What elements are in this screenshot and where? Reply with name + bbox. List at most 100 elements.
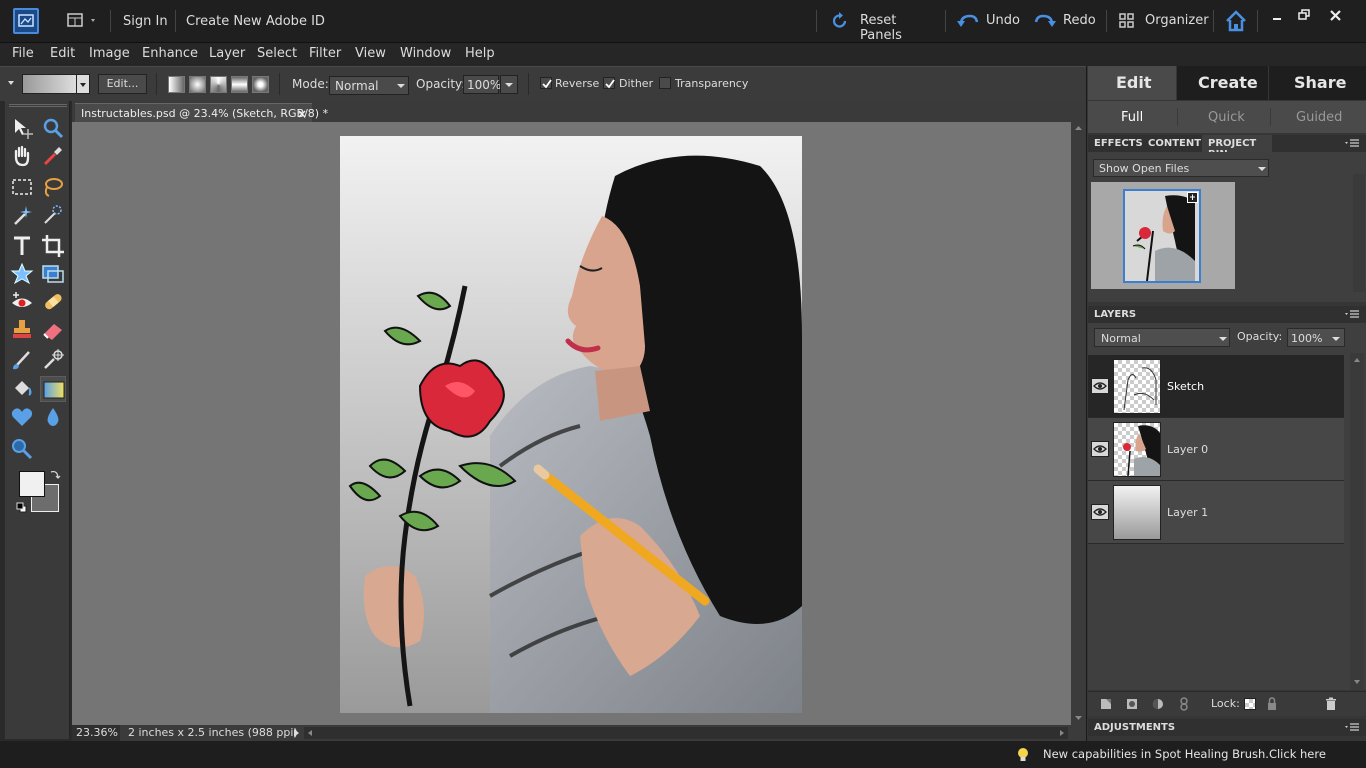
tip-link[interactable]: New capabilities in Spot Healing Brush.C…: [1043, 747, 1326, 761]
menu-help[interactable]: Help: [465, 46, 495, 61]
trash-icon[interactable]: [1325, 697, 1337, 711]
smart-brush-tool[interactable]: [40, 347, 66, 373]
undo-button[interactable]: Undo: [957, 10, 1022, 32]
horizontal-scrollbar[interactable]: [304, 727, 1068, 739]
rectangular-marquee-tool[interactable]: [9, 174, 35, 200]
menu-image[interactable]: Image: [89, 46, 130, 61]
paint-bucket-tool[interactable]: [9, 376, 35, 402]
vertical-scrollbar[interactable]: [1071, 122, 1086, 725]
tab-edit[interactable]: Edit: [1088, 66, 1176, 100]
foreground-color-swatch[interactable]: [19, 471, 45, 497]
clone-stamp-tool[interactable]: [9, 317, 35, 343]
document-image[interactable]: [340, 136, 802, 713]
transparency-checkbox[interactable]: [659, 77, 671, 89]
brush-tool[interactable]: [9, 347, 35, 373]
layer-row[interactable]: Sketch: [1088, 355, 1344, 418]
move-tool[interactable]: [9, 115, 35, 141]
restore-button[interactable]: [1297, 8, 1313, 24]
adjustments-panel-header[interactable]: ADJUSTMENTS: [1088, 719, 1366, 736]
arrange-documents-button[interactable]: [66, 12, 100, 30]
menu-edit[interactable]: Edit: [50, 46, 75, 61]
tab-create[interactable]: Create: [1177, 66, 1268, 100]
lock-transparency-icon[interactable]: [1244, 698, 1256, 710]
menu-filter[interactable]: Filter: [309, 46, 341, 61]
close-document-icon[interactable]: [297, 109, 307, 119]
new-layer-icon[interactable]: [1100, 698, 1112, 710]
type-tool[interactable]: [9, 233, 35, 259]
scroll-up-icon[interactable]: [1353, 357, 1361, 363]
magic-wand-tool[interactable]: [9, 202, 35, 228]
sign-in-link[interactable]: Sign In: [123, 14, 168, 29]
radial-gradient-button[interactable]: [189, 76, 206, 93]
document-tab[interactable]: Instructables.psd @ 23.4% (Sketch, RGB/8…: [75, 103, 328, 122]
red-eye-removal-tool[interactable]: [9, 289, 35, 315]
panel-menu-icon[interactable]: [1344, 309, 1360, 319]
show-files-select[interactable]: Show Open Files: [1093, 159, 1269, 177]
gradient-dropdown-button[interactable]: [76, 74, 90, 94]
tab-guided[interactable]: Guided: [1296, 110, 1342, 125]
default-colors-icon[interactable]: [16, 502, 28, 514]
scroll-left-icon[interactable]: [306, 729, 314, 737]
scroll-right-icon[interactable]: [1058, 729, 1066, 737]
angle-gradient-button[interactable]: [210, 76, 227, 93]
zoom-tool[interactable]: [40, 115, 66, 141]
redo-button[interactable]: Redo: [1034, 10, 1099, 32]
reset-panels-button[interactable]: Reset Panels: [830, 10, 935, 43]
status-menu-arrow-icon[interactable]: [292, 728, 300, 738]
canvas-viewport[interactable]: [72, 122, 1086, 725]
sponge-tool[interactable]: [9, 436, 35, 462]
eraser-tool[interactable]: [40, 317, 66, 343]
link-layers-icon[interactable]: [1178, 697, 1190, 711]
opacity-input[interactable]: 100%: [463, 75, 501, 94]
edit-gradient-button[interactable]: Edit...: [98, 74, 147, 94]
gradient-tool[interactable]: [40, 376, 66, 402]
layer-opacity-input[interactable]: 100%: [1287, 328, 1345, 347]
menu-layer[interactable]: Layer: [209, 46, 245, 61]
project-bin-scrollbar[interactable]: [1353, 174, 1365, 292]
cookie-cutter-tool[interactable]: [9, 261, 35, 287]
tab-content[interactable]: CONTENT: [1148, 138, 1201, 149]
layer-visibility-toggle[interactable]: [1091, 378, 1109, 394]
tab-project-bin[interactable]: PROJECT BIN: [1202, 135, 1272, 160]
panel-menu-icon[interactable]: [1344, 138, 1360, 148]
layer-row[interactable]: Layer 1: [1088, 481, 1344, 544]
spot-healing-brush-tool[interactable]: [40, 289, 66, 315]
tab-full[interactable]: Full: [1121, 110, 1143, 125]
panel-menu-icon[interactable]: [1344, 722, 1360, 732]
adjustment-layer-icon[interactable]: [1152, 698, 1164, 710]
diamond-gradient-button[interactable]: [252, 76, 269, 93]
crop-tool[interactable]: [40, 233, 66, 259]
custom-shape-tool[interactable]: [9, 404, 35, 430]
toolbox-grip[interactable]: [9, 104, 67, 107]
quick-selection-tool[interactable]: [40, 202, 66, 228]
tab-effects[interactable]: EFFECTS: [1094, 138, 1143, 149]
menu-window[interactable]: Window: [400, 46, 451, 61]
eyedropper-tool[interactable]: [40, 143, 66, 169]
reflected-gradient-button[interactable]: [231, 76, 248, 93]
lasso-tool[interactable]: [40, 174, 66, 200]
create-adobe-id-link[interactable]: Create New Adobe ID: [186, 14, 325, 29]
zoom-field[interactable]: 23.36%: [72, 725, 120, 741]
blur-tool[interactable]: [40, 404, 66, 430]
menu-select[interactable]: Select: [257, 46, 297, 61]
recompose-tool[interactable]: [40, 261, 66, 287]
tool-preset-arrow-icon[interactable]: [6, 78, 16, 88]
layer-visibility-toggle[interactable]: [1091, 441, 1109, 457]
dither-checkbox[interactable]: [603, 77, 615, 89]
menu-enhance[interactable]: Enhance: [142, 46, 198, 61]
swap-colors-icon[interactable]: [49, 468, 61, 480]
home-button[interactable]: [1224, 9, 1248, 33]
layer-row[interactable]: Layer 0: [1088, 418, 1344, 481]
scroll-up-icon[interactable]: [1074, 124, 1083, 132]
menu-file[interactable]: File: [12, 46, 34, 61]
lock-all-icon[interactable]: [1266, 697, 1278, 711]
layers-scrollbar[interactable]: [1350, 353, 1364, 690]
tab-share[interactable]: Share: [1269, 66, 1366, 100]
scroll-down-icon[interactable]: [1074, 714, 1083, 722]
minimize-button[interactable]: [1270, 10, 1286, 26]
menu-view[interactable]: View: [355, 46, 386, 61]
organizer-button[interactable]: Organizer: [1119, 10, 1209, 32]
mode-select[interactable]: Normal: [329, 76, 409, 95]
layer-mask-icon[interactable]: [1126, 698, 1138, 710]
tab-quick[interactable]: Quick: [1208, 110, 1245, 125]
